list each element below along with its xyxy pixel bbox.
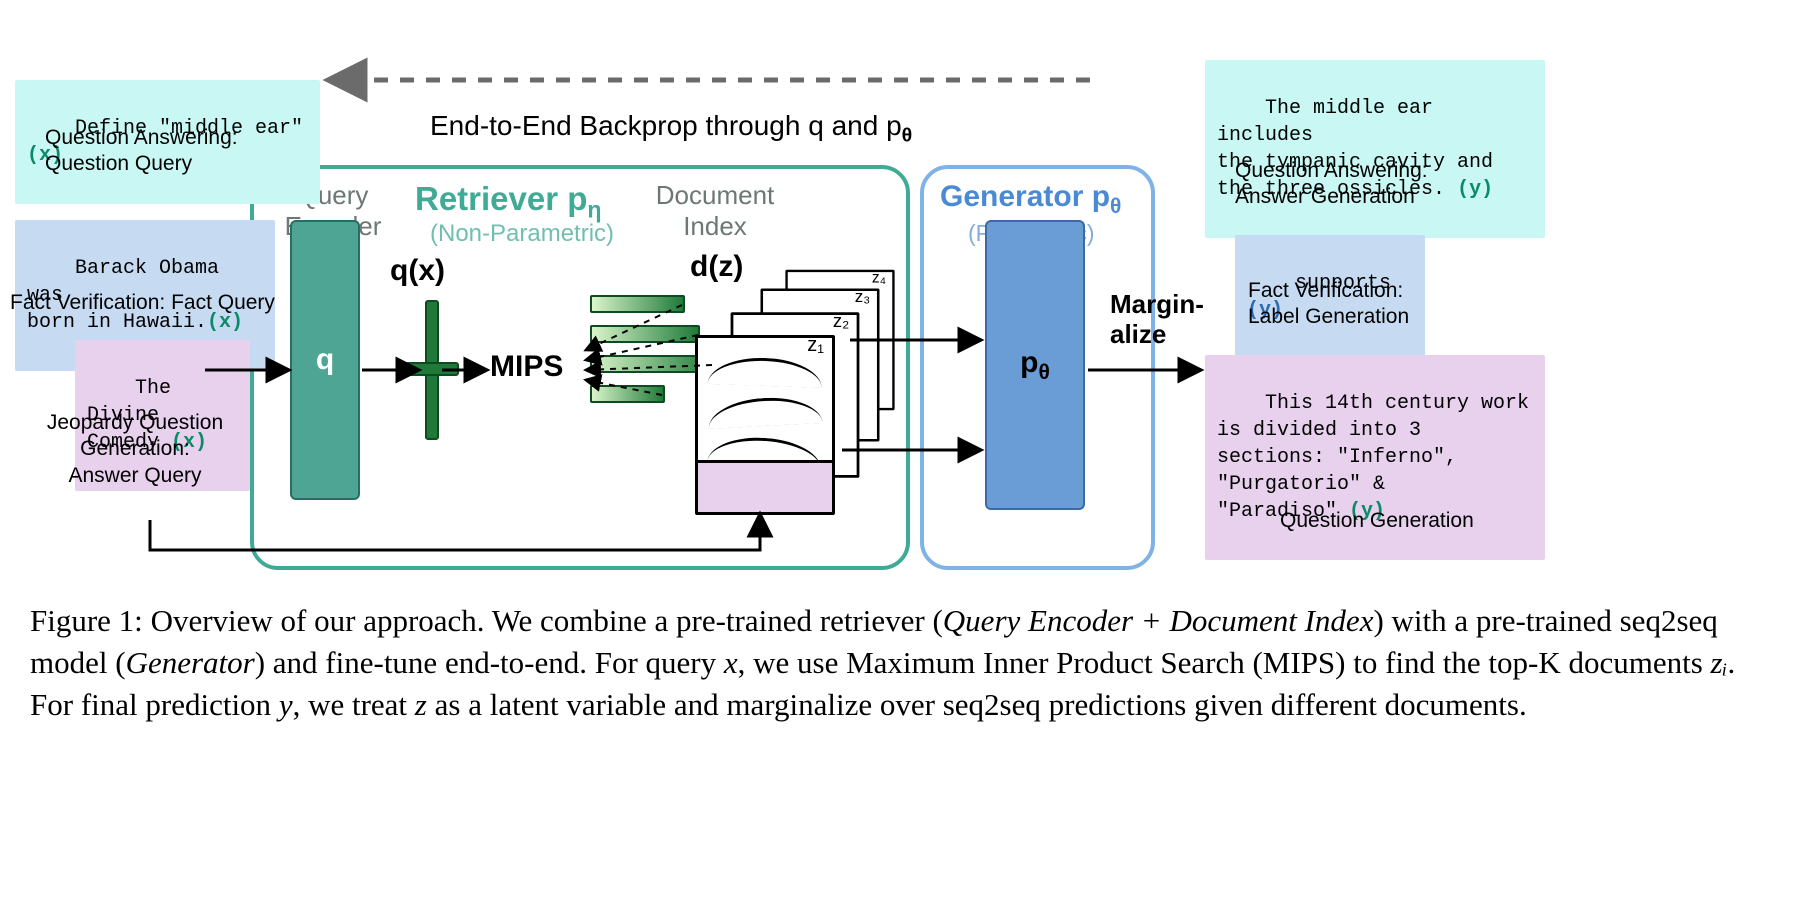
z1-label: z₁ [807, 334, 824, 357]
z4-label: z₄ [872, 269, 886, 287]
retriever-subtitle: (Non-Parametric) [430, 220, 614, 248]
mips-label: MIPS [490, 350, 563, 384]
marginalize-label: Margin- alize [1110, 290, 1204, 350]
dz-label: d(z) [690, 250, 743, 284]
generator-title: Generator pθ [940, 180, 1121, 219]
output-label-fact: Fact Verification: Label Generation [1248, 278, 1409, 331]
output-label-qa: Question Answering: Answer Generation [1235, 158, 1428, 211]
input-label-fact: Fact Verification: Fact Query [10, 290, 275, 316]
z2-label: z₂ [833, 311, 849, 332]
output-box-qa: The middle ear includes the tympanic cav… [1205, 60, 1545, 238]
z3-label: z₃ [855, 288, 870, 308]
architecture-diagram: End-to-End Backprop through q and pθ Que… [30, 50, 1570, 570]
input-label-qa: Question Answering: Question Query [45, 125, 238, 178]
generator-block: pθ [985, 220, 1085, 510]
generator-symbol: pθ [1020, 346, 1050, 385]
figure-number: Figure 1: [30, 603, 143, 638]
doc-z1: z₁ [695, 335, 835, 515]
input-label-jeopardy: Jeopardy Question Generation: Answer Que… [40, 410, 230, 489]
output-label-jeopardy: Question Generation [1280, 508, 1474, 534]
qvec-horizontal [405, 362, 459, 376]
retriever-title: Retriever pη [415, 180, 602, 224]
figure-caption: Figure 1: Overview of our approach. We c… [30, 600, 1740, 726]
score-bar-4 [590, 295, 685, 313]
qx-label: q(x) [390, 254, 445, 288]
backprop-sub: θ [902, 125, 913, 147]
query-encoder-symbol: q [316, 343, 334, 377]
backprop-label: End-to-End Backprop through q and pθ [430, 110, 912, 148]
query-encoder-block: q [290, 220, 360, 500]
score-bar-3 [590, 325, 700, 343]
doc-index-title: Document Index [645, 180, 785, 242]
score-bar-1 [590, 385, 665, 403]
backprop-text: End-to-End Backprop through q and p [430, 110, 902, 141]
